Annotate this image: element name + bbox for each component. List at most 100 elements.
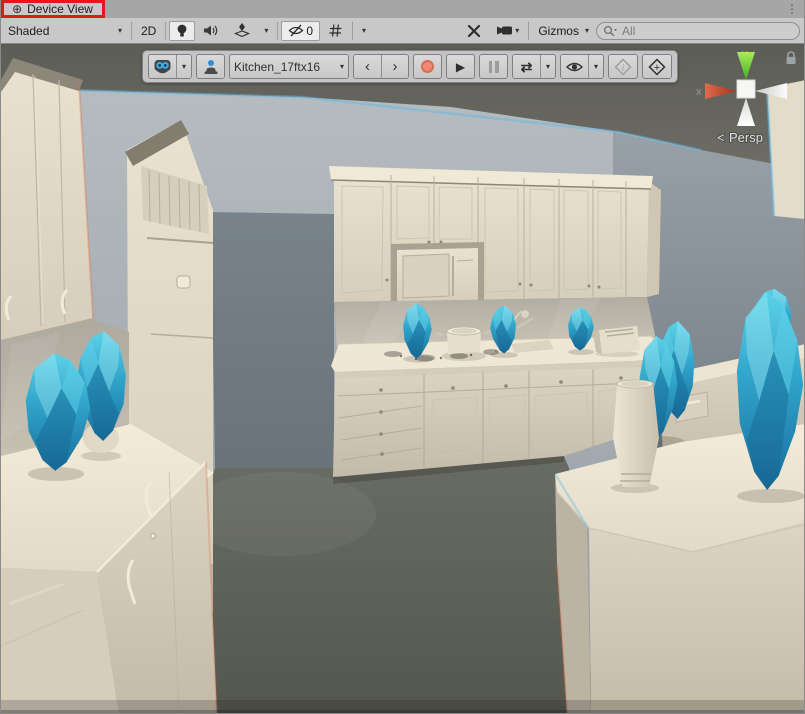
fridge-handle — [177, 276, 190, 288]
camera-icon — [496, 24, 513, 37]
next-button[interactable]: › — [381, 55, 408, 78]
speaker-icon — [203, 24, 220, 37]
gizmo-center-cube[interactable] — [737, 80, 755, 98]
separator — [165, 22, 166, 40]
separator — [528, 22, 529, 40]
separator — [352, 22, 353, 40]
chevron-down-icon: ▾ — [264, 27, 268, 35]
scene-dropdown[interactable]: Kitchen_17ftx16 ▾ — [230, 55, 348, 78]
effects-dropdown[interactable]: ▾ — [258, 21, 274, 41]
scene-toolbar: Shaded ▾ 2D ▾ — [1, 18, 805, 44]
loop-icon: ⇄ — [521, 60, 533, 74]
scene-effects-icon — [234, 23, 250, 38]
floor-light-patch — [186, 472, 376, 556]
previous-button[interactable]: ‹ — [354, 55, 381, 78]
chevron-down-icon: ▾ — [515, 27, 519, 35]
projection-label: Persp — [729, 130, 763, 145]
microwave — [397, 248, 478, 302]
projection-toggle[interactable]: < Persp — [717, 130, 763, 145]
chevron-right-icon: › — [393, 59, 398, 74]
pause-group — [479, 54, 508, 79]
axis-y-handle[interactable] — [737, 52, 755, 80]
axis-x-handle[interactable] — [705, 83, 737, 99]
cabinet-knob — [151, 534, 156, 539]
nav-group: ‹ › — [353, 54, 409, 79]
robot-group: ▾ — [148, 54, 192, 79]
hidden-objects-button[interactable]: 0 — [281, 21, 320, 41]
hidden-count: 0 — [306, 24, 313, 38]
record-icon — [421, 60, 434, 73]
crystal-shadow — [737, 489, 805, 503]
camera-button[interactable]: ▾ — [490, 21, 525, 41]
eye-icon — [566, 61, 583, 73]
add-waypoint-button[interactable]: + — [643, 55, 671, 78]
svg-text:i: i — [622, 62, 625, 72]
info-waypoint-button[interactable]: i — [609, 55, 637, 78]
loop-group: ⇄ ▾ — [512, 54, 556, 79]
search-icon — [603, 25, 617, 37]
toaster[interactable] — [593, 326, 640, 357]
gizmos-dropdown[interactable]: Gizmos ▾ — [532, 21, 595, 41]
chevron-down-icon: ▾ — [585, 27, 589, 35]
unity-editor-window: ⊕ Device View ⋮ Shaded ▾ 2D — [0, 0, 805, 714]
projection-prefix-icon: < — [717, 130, 725, 145]
visibility-dropdown[interactable]: ▾ — [588, 55, 603, 78]
toggle-2d-button[interactable]: 2D — [135, 21, 162, 41]
doorway[interactable] — [211, 212, 334, 468]
vignette — [1, 710, 805, 714]
tools-button[interactable] — [460, 21, 488, 41]
orientation-gizmo[interactable]: y x < Persp — [689, 46, 804, 154]
axis-x-label: x — [696, 86, 702, 98]
chevron-down-icon: ▾ — [362, 27, 366, 35]
audio-toggle-button[interactable] — [197, 21, 226, 41]
play-button[interactable]: ▶ — [447, 55, 474, 78]
grid-icon — [328, 23, 343, 38]
chevron-down-icon: ▾ — [118, 27, 122, 35]
robot-view-button[interactable] — [149, 55, 176, 78]
loop-dropdown[interactable]: ▾ — [540, 55, 555, 78]
left-upper-cabinets[interactable] — [1, 58, 93, 348]
pane-menu-icon[interactable]: ⋮ — [786, 1, 798, 17]
chevron-down-icon: ▾ — [594, 62, 598, 71]
record-button[interactable] — [414, 55, 441, 78]
grid-toggle-button[interactable] — [322, 21, 349, 41]
lighting-toggle-button[interactable] — [169, 21, 195, 41]
scene-select-group: Kitchen_17ftx16 ▾ — [229, 54, 349, 79]
visibility-button[interactable] — [561, 55, 588, 78]
axis-down-handle[interactable] — [737, 98, 755, 126]
chevron-down-icon: ▾ — [182, 62, 186, 71]
search-input[interactable] — [620, 23, 793, 39]
draw-mode-label: Shaded — [8, 24, 114, 38]
draw-mode-dropdown[interactable]: Shaded ▾ — [1, 18, 129, 43]
eye-slash-icon — [288, 24, 304, 37]
agent-group — [196, 54, 225, 79]
record-group — [413, 54, 442, 79]
robot-view-dropdown[interactable]: ▾ — [176, 55, 191, 78]
scene-viewport[interactable]: ▾ Kitchen_17ftx16 ▾ — [1, 44, 805, 714]
loop-button[interactable]: ⇄ — [513, 55, 540, 78]
lock-icon[interactable] — [787, 52, 796, 64]
scene-search-field[interactable] — [596, 22, 800, 40]
separator — [131, 22, 132, 40]
visibility-group: ▾ — [560, 54, 604, 79]
pause-icon — [495, 61, 499, 73]
robot-goggles-icon — [153, 58, 172, 75]
pause-button[interactable] — [480, 55, 507, 78]
play-group: ▶ — [446, 54, 475, 79]
chevron-down-icon: ▾ — [546, 62, 550, 71]
tab-label: Device View — [27, 2, 93, 16]
agent-button[interactable] — [197, 55, 224, 78]
agent-icon — [202, 59, 220, 75]
diamond-add-icon: + — [647, 57, 667, 77]
lightbulb-icon — [176, 23, 188, 39]
upper-cabinets[interactable] — [329, 166, 661, 312]
separator — [277, 22, 278, 40]
grid-dropdown[interactable]: ▾ — [356, 21, 372, 41]
effects-toggle-button[interactable] — [228, 21, 256, 41]
axis-right-handle[interactable] — [755, 83, 787, 99]
toggle-2d-label: 2D — [141, 24, 156, 38]
tab-device-view[interactable]: ⊕ Device View — [3, 0, 102, 18]
pause-icon — [489, 61, 493, 73]
rendered-scene — [1, 44, 805, 714]
play-icon: ▶ — [456, 61, 465, 73]
